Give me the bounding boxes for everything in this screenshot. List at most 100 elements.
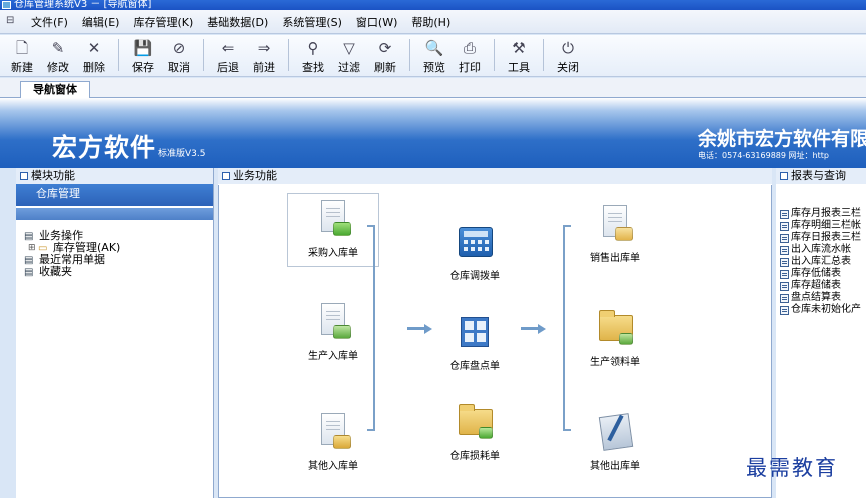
production-in-icon [315, 303, 351, 341]
new-button[interactable]: 🗋 新建 [4, 39, 40, 75]
menu-basic-data[interactable]: 基础数据(D) [200, 14, 275, 30]
other-out-button[interactable]: 其他出库单 [569, 413, 661, 472]
back-button[interactable]: ⇐ 后退 [210, 39, 246, 75]
new-doc-icon: 🗋 [15, 39, 29, 57]
mdi-window-icon[interactable]: ⊟ [6, 15, 20, 29]
cancel-icon: ⊘ [172, 39, 186, 57]
toolbar-separator [494, 39, 495, 71]
preview-button[interactable]: 🔍 预览 [416, 39, 452, 75]
report-link-stocktake[interactable]: 盘点结算表 [780, 292, 861, 304]
report-link-summary[interactable]: 出入库汇总表 [780, 256, 861, 268]
menu-help[interactable]: 帮助(H) [404, 14, 457, 30]
version-label: 标准版V3.5 [158, 149, 206, 159]
panel-square-icon [222, 172, 230, 180]
report-link-over-stock[interactable]: 库存超储表 [780, 280, 861, 292]
tools-button[interactable]: ⚒ 工具 [501, 39, 537, 75]
purchase-in-button[interactable]: 采购入库单 [287, 193, 379, 267]
tools-icon: ⚒ [512, 39, 526, 57]
edit-button[interactable]: ✎ 修改 [40, 39, 76, 75]
section-bar[interactable] [16, 208, 213, 220]
toolbar-separator [543, 39, 544, 71]
close-icon: ⏻ [562, 39, 574, 57]
report-link-uninitialized[interactable]: 仓库未初始化产 [780, 304, 861, 316]
loss-icon [457, 403, 493, 441]
delete-button[interactable]: ✕ 删除 [76, 39, 112, 75]
title-bar: 仓库管理系统V3 － [导航窗体] [0, 0, 866, 10]
brand-banner: 宏方软件 标准版V3.5 余姚市宏方软件有限 电话：0574-63169889 … [0, 98, 866, 168]
watermark-text: 最需教育 [746, 456, 838, 480]
report-icon [780, 305, 789, 315]
menu-bar: ⊟ 文件(F) 编辑(E) 库存管理(K) 基础数据(D) 系统管理(S) 窗口… [0, 10, 866, 34]
toolbar-separator [203, 39, 204, 71]
production-pick-button[interactable]: 生产领料单 [569, 309, 661, 368]
module-tree: ▤ 业务操作 ⊞ ▭ 库存管理(AK) ▤ 最近常用单据 ▤ 收藏夹 [24, 230, 120, 279]
forward-icon: ⇒ [257, 39, 271, 57]
cancel-button[interactable]: ⊘ 取消 [161, 39, 197, 75]
menu-window[interactable]: 窗口(W) [349, 14, 404, 30]
panel-square-icon [780, 172, 788, 180]
menu-system[interactable]: 系统管理(S) [275, 14, 349, 30]
back-icon: ⇐ [221, 39, 235, 57]
report-link-monthly[interactable]: 库存月报表三栏 [780, 208, 861, 220]
refresh-button[interactable]: ⟳ 刷新 [367, 39, 403, 75]
save-icon: 💾 [133, 39, 153, 57]
forward-button[interactable]: ⇒ 前进 [246, 39, 282, 75]
book-icon: ▤ [24, 267, 34, 278]
section-warehouse[interactable]: 仓库管理 [16, 184, 213, 206]
module-panel-header: 模块功能 [16, 168, 213, 184]
transfer-button[interactable]: 仓库调拨单 [429, 223, 521, 282]
report-icon [780, 257, 789, 267]
sales-out-button[interactable]: 销售出库单 [569, 205, 661, 264]
business-panel-header: 业务功能 [218, 168, 772, 184]
other-in-button[interactable]: 其他入库单 [287, 413, 379, 472]
report-panel: 报表与查询 库存月报表三栏 库存明细三栏帐 库存日报表三栏 出入库流水帐 出入库… [776, 168, 866, 498]
menu-file[interactable]: 文件(F) [24, 14, 75, 30]
contact-info: 电话：0574-63169889 网址：http [698, 151, 829, 160]
company-name: 余姚市宏方软件有限 [698, 128, 866, 150]
flow-arrow-right [521, 323, 547, 334]
print-icon: ⎙ [463, 39, 476, 57]
book-icon: ▤ [24, 231, 34, 242]
other-out-icon [597, 413, 634, 451]
report-icon [780, 221, 789, 231]
find-button[interactable]: ⚲ 查找 [295, 39, 331, 75]
tab-navigation-window[interactable]: 导航窗体 [20, 81, 90, 98]
filter-button[interactable]: ▽ 过滤 [331, 39, 367, 75]
toolbar: 🗋 新建 ✎ 修改 ✕ 删除 💾 保存 ⊘ 取消 ⇐ 后退 ⇒ 前进 ⚲ 查找 ▽ 过滤 ⟳ 刷新 … [0, 35, 866, 77]
filter-icon: ▽ [343, 39, 355, 57]
tree-item-favorites[interactable]: ▤ 收藏夹 [24, 266, 120, 279]
expand-icon[interactable]: ⊞ [28, 242, 36, 254]
report-icon [780, 281, 789, 291]
toolbar-separator [288, 39, 289, 71]
report-icon [780, 233, 789, 243]
menu-inventory[interactable]: 库存管理(K) [126, 14, 200, 30]
save-button[interactable]: 💾 保存 [125, 39, 161, 75]
window-title: 仓库管理系统V3 － [导航窗体] [14, 0, 152, 10]
report-link-flow[interactable]: 出入库流水帐 [780, 244, 861, 256]
book-icon: ▤ [24, 255, 34, 266]
report-link-detail[interactable]: 库存明细三栏帐 [780, 220, 861, 232]
preview-icon: 🔍 [424, 39, 444, 57]
menu-edit[interactable]: 编辑(E) [75, 14, 127, 30]
toolbar-separator [118, 39, 119, 71]
report-panel-title: 报表与查询 [791, 169, 846, 182]
module-panel: 模块功能 仓库管理 ▤ 业务操作 ⊞ ▭ 库存管理(AK) ▤ 最近常用单据 ▤… [16, 168, 214, 498]
find-icon: ⚲ [307, 39, 319, 57]
delete-icon: ✕ [87, 39, 101, 57]
close-button[interactable]: ⏻ 关闭 [550, 39, 586, 75]
transfer-icon [457, 223, 493, 261]
report-icon [780, 293, 789, 303]
print-button[interactable]: ⎙ 打印 [452, 39, 488, 75]
sales-out-icon [597, 205, 633, 243]
edit-icon: ✎ [51, 39, 65, 57]
loss-button[interactable]: 仓库损耗单 [429, 403, 521, 462]
brand-name: 宏方软件 [52, 133, 157, 162]
business-panel: 业务功能 采购入库单 生产入库单 其他入库单 仓库调拨单 仓库盘点单 仓库损耗单… [218, 168, 772, 498]
production-in-button[interactable]: 生产入库单 [287, 303, 379, 362]
stocktake-button[interactable]: 仓库盘点单 [429, 313, 521, 372]
report-link-daily[interactable]: 库存日报表三栏 [780, 232, 861, 244]
report-panel-header: 报表与查询 [776, 168, 866, 184]
business-panel-title: 业务功能 [233, 169, 277, 182]
report-link-low-stock[interactable]: 库存低储表 [780, 268, 861, 280]
stocktake-icon [457, 313, 493, 351]
